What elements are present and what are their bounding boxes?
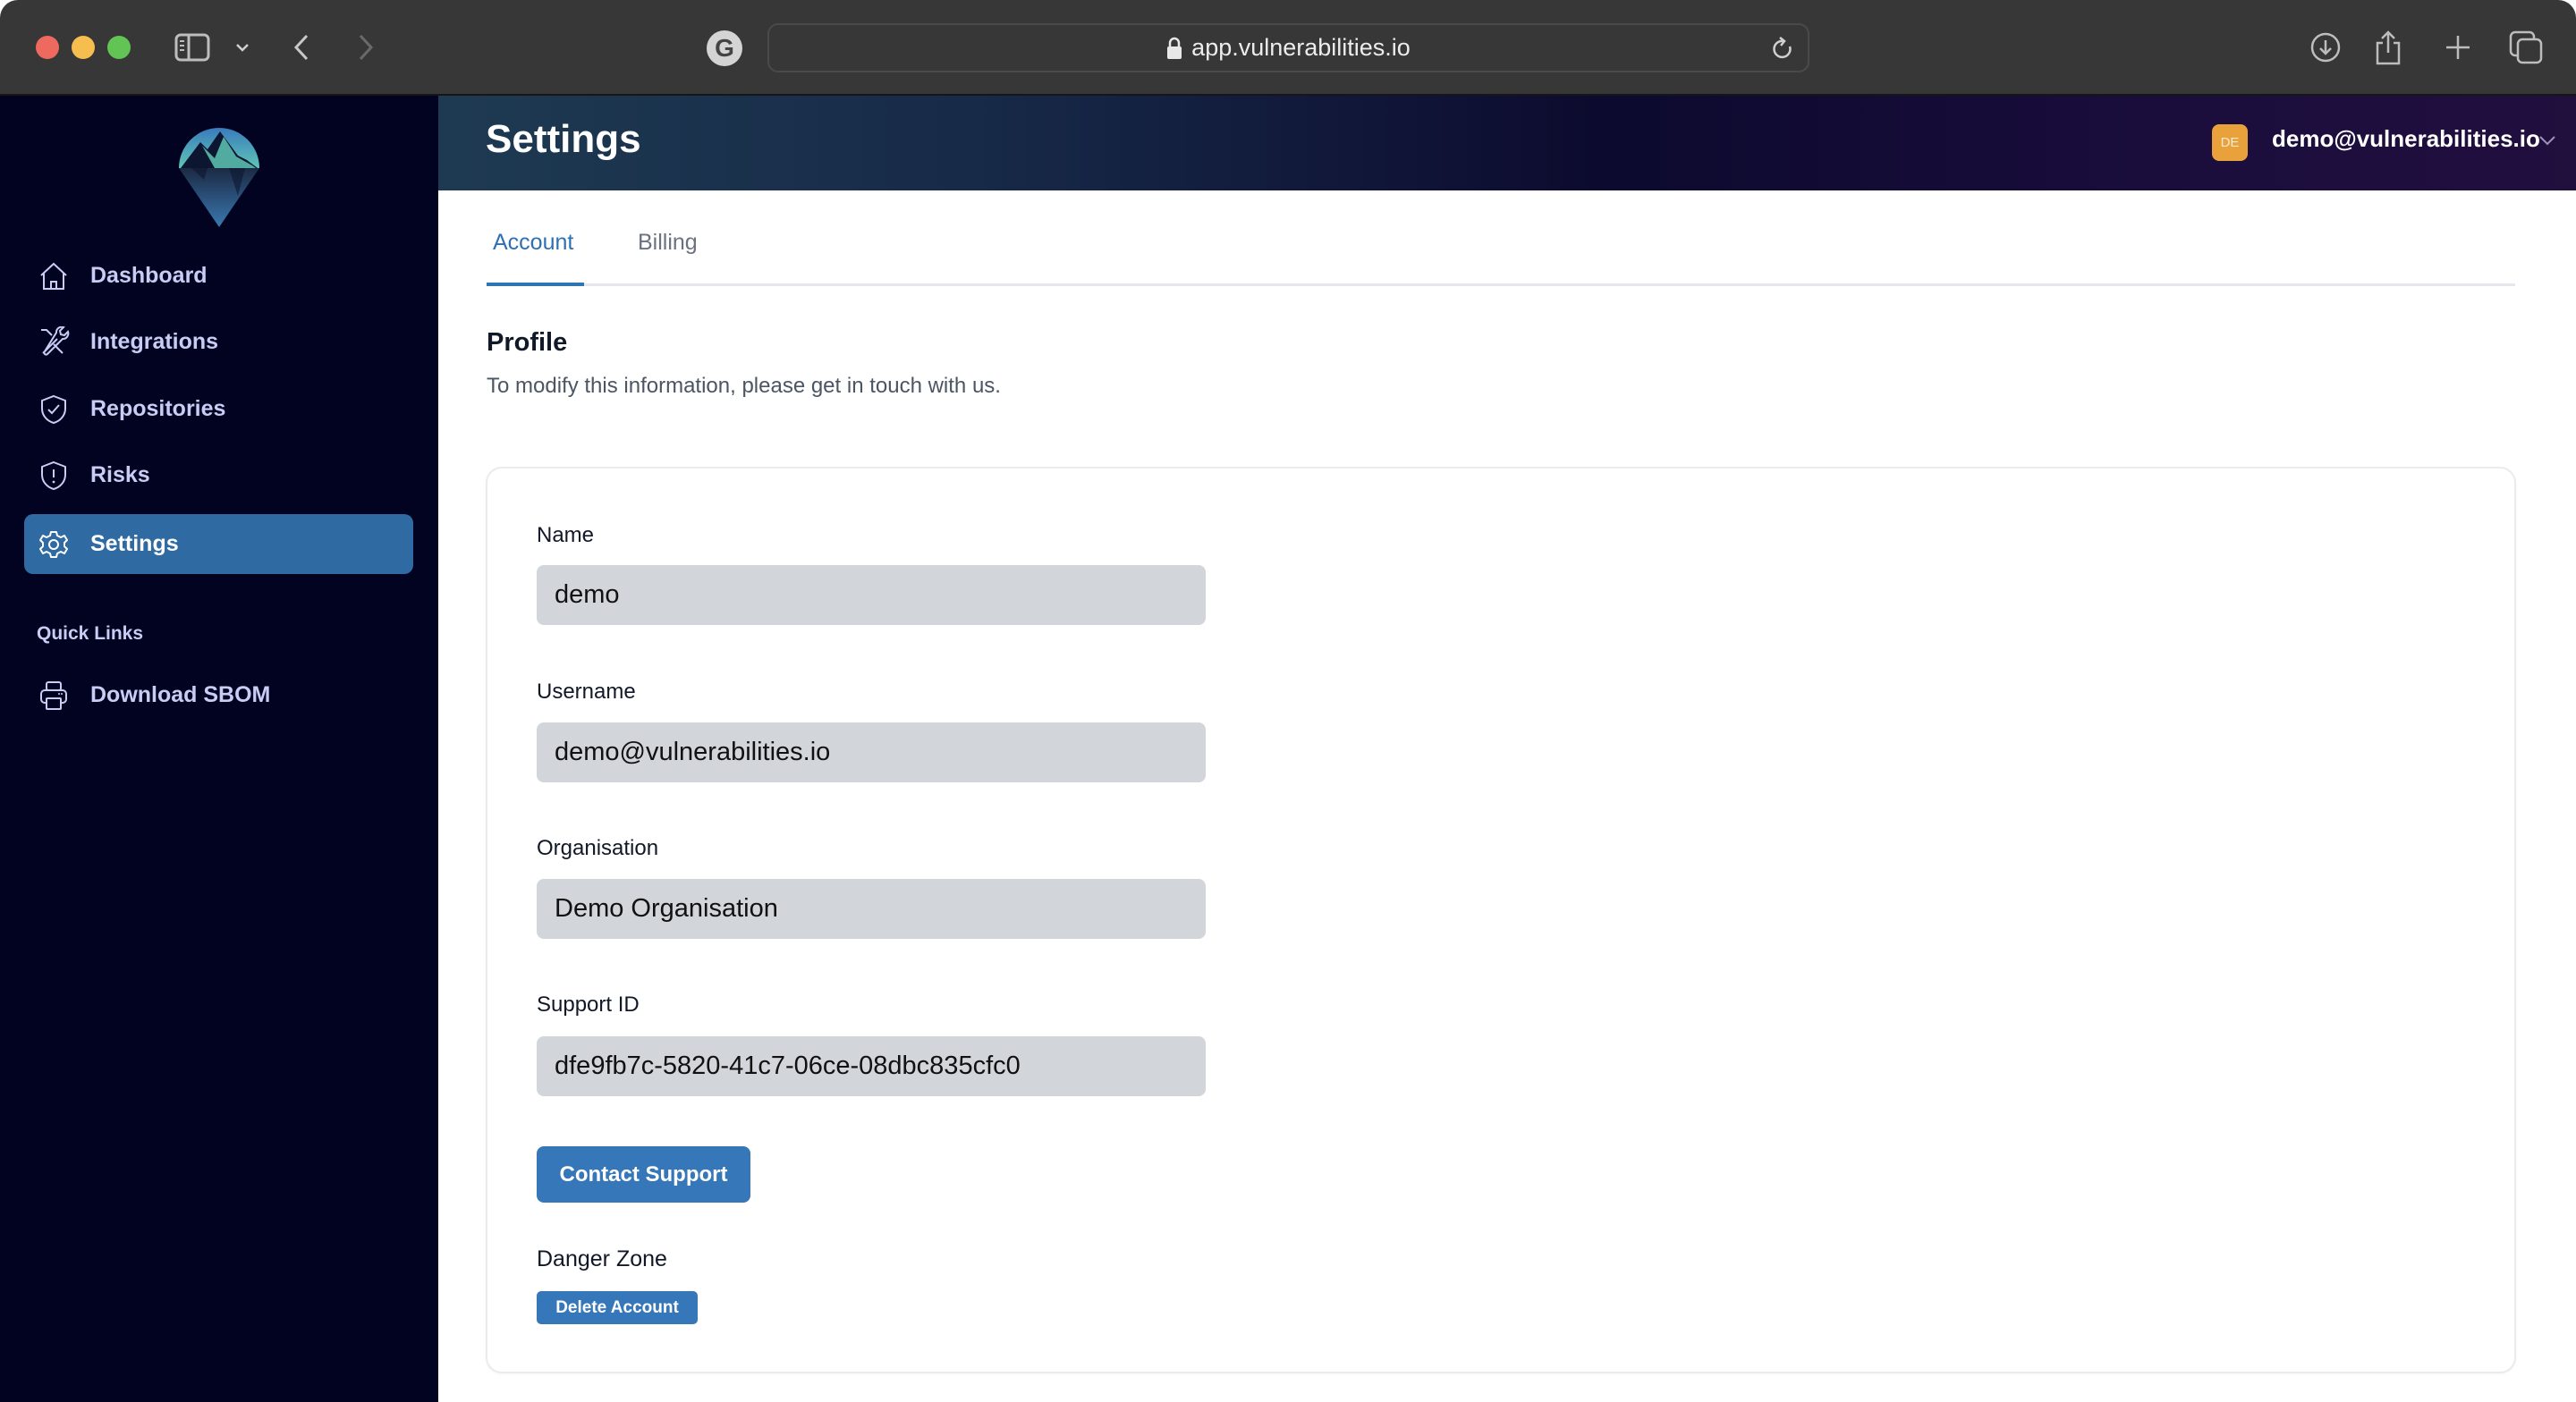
sidebar-item-label: Dashboard — [90, 263, 208, 288]
sidebar-item-settings[interactable]: Settings — [24, 514, 413, 574]
sidebar-item-label: Integrations — [90, 329, 219, 354]
chevron-down-icon[interactable] — [232, 29, 253, 66]
gear-icon — [39, 530, 68, 558]
page-title: Settings — [486, 117, 641, 161]
extension-icon[interactable]: G — [707, 30, 742, 66]
sidebar-item-label: Settings — [90, 531, 179, 556]
sidebar-item-label: Risks — [90, 462, 150, 487]
support-id-field[interactable] — [537, 1036, 1206, 1096]
support-id-label: Support ID — [537, 992, 640, 1017]
sidebar: Dashboard Integrations Repositories Risk… — [0, 96, 438, 1402]
delete-account-button[interactable]: Delete Account — [537, 1291, 698, 1324]
sidebar-toggle-icon[interactable] — [172, 29, 213, 66]
quick-link-label: Download SBOM — [90, 682, 271, 707]
sidebar-item-label: Repositories — [90, 396, 226, 421]
profile-card: Name Username Organisation Support ID Co… — [486, 467, 2516, 1373]
maximize-window-button[interactable] — [107, 36, 131, 59]
tab-billing[interactable]: Billing — [638, 230, 698, 256]
new-tab-icon[interactable] — [2442, 29, 2474, 66]
organisation-field[interactable] — [537, 879, 1206, 939]
chevron-down-icon[interactable] — [2538, 134, 2556, 147]
page-header: Settings DE demo@vulnerabilities.io — [438, 96, 2576, 190]
organisation-label: Organisation — [537, 836, 659, 860]
sidebar-item-integrations[interactable]: Integrations — [24, 312, 413, 372]
app-logo[interactable] — [175, 106, 263, 228]
active-tab-indicator — [487, 283, 584, 286]
minimize-window-button[interactable] — [72, 36, 95, 59]
settings-tabs: Account Billing — [487, 206, 2515, 286]
tab-overview-icon[interactable] — [2508, 29, 2544, 66]
download-icon[interactable] — [2308, 29, 2343, 66]
lock-icon — [1167, 37, 1182, 59]
quick-links-heading: Quick Links — [37, 623, 144, 644]
contact-support-button[interactable]: Contact Support — [537, 1146, 750, 1203]
browser-toolbar: G app.vulnerabilities.io — [0, 0, 2576, 96]
address-bar[interactable]: app.vulnerabilities.io — [767, 23, 1809, 72]
avatar[interactable]: DE — [2212, 124, 2248, 161]
tools-icon — [41, 325, 70, 356]
quick-link-download-sbom[interactable]: Download SBOM — [24, 665, 413, 725]
profile-heading: Profile — [487, 328, 568, 357]
forward-icon[interactable] — [352, 29, 379, 66]
printer-icon — [40, 680, 67, 710]
back-icon[interactable] — [288, 29, 315, 66]
danger-zone-label: Danger Zone — [537, 1246, 667, 1271]
name-label: Name — [537, 523, 595, 547]
name-field[interactable] — [537, 565, 1206, 625]
url-text: app.vulnerabilities.io — [1191, 34, 1411, 61]
username-label: Username — [537, 680, 636, 704]
shield-exclamation-icon — [41, 460, 66, 490]
reload-icon[interactable] — [1770, 36, 1795, 63]
tab-account[interactable]: Account — [493, 230, 573, 256]
share-icon[interactable] — [2372, 29, 2404, 66]
user-menu-email[interactable]: demo@vulnerabilities.io — [2272, 125, 2540, 153]
close-window-button[interactable] — [36, 36, 59, 59]
username-field[interactable] — [537, 722, 1206, 782]
sidebar-item-dashboard[interactable]: Dashboard — [24, 246, 413, 306]
sidebar-item-risks[interactable]: Risks — [24, 445, 413, 505]
profile-description: To modify this information, please get i… — [487, 374, 1001, 398]
home-icon — [40, 262, 67, 290]
sidebar-item-repositories[interactable]: Repositories — [24, 379, 413, 439]
shield-check-icon — [41, 394, 66, 424]
